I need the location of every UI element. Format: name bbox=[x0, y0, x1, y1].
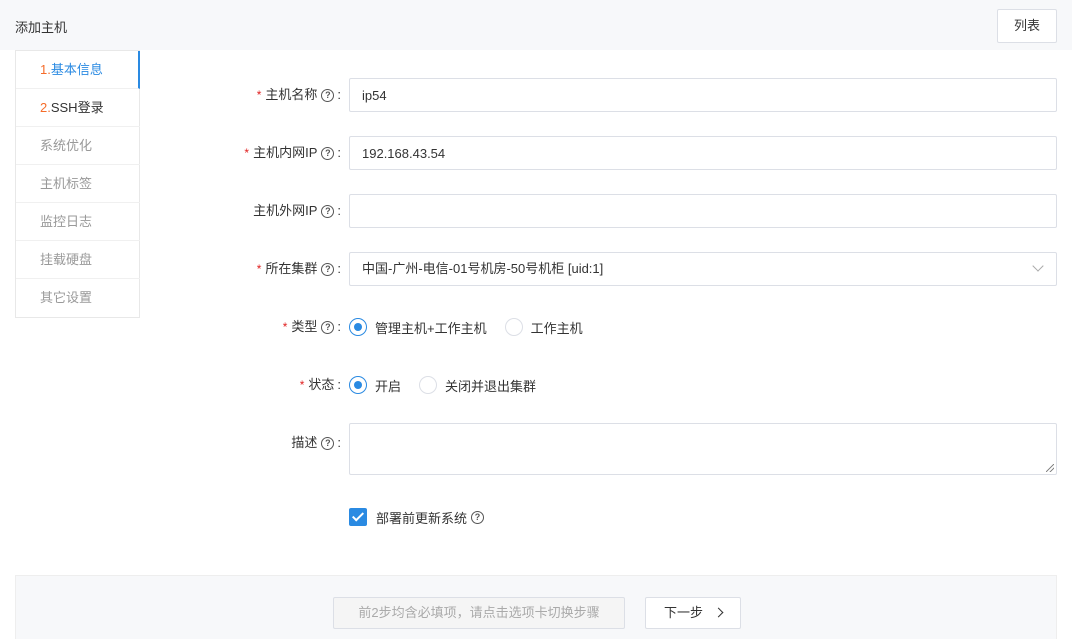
help-icon[interactable]: ? bbox=[321, 262, 335, 276]
row-status: * 状态 : 开启 关闭并退出集群 bbox=[0, 368, 1072, 402]
external-ip-label: 主机外网IP ? : bbox=[253, 194, 341, 228]
update-system-option: 部署前更新系统 ? bbox=[349, 508, 485, 526]
radio-label: 管理主机+工作主机 bbox=[375, 320, 487, 336]
help-icon[interactable]: ? bbox=[321, 436, 335, 450]
main-panel: 1.基本信息 2.SSH登录 系统优化 主机标签 监控日志 挂载硬盘 其它设置 … bbox=[0, 50, 1072, 639]
colon: : bbox=[337, 145, 341, 160]
radio-unchecked-icon bbox=[419, 376, 438, 394]
host-name-input[interactable] bbox=[349, 78, 1057, 112]
required-mark: * bbox=[256, 88, 262, 102]
cluster-label: * 所在集群 ? : bbox=[257, 252, 341, 286]
internal-ip-input[interactable] bbox=[349, 136, 1057, 170]
help-icon[interactable]: ? bbox=[321, 88, 335, 102]
type-radio-work[interactable]: 工作主机 bbox=[504, 318, 583, 337]
required-mark: * bbox=[244, 146, 250, 160]
host-name-label: * 主机名称 ? : bbox=[257, 78, 341, 112]
colon: : bbox=[337, 435, 341, 450]
description-textarea[interactable] bbox=[349, 423, 1057, 475]
row-type: * 类型 ? : 管理主机+工作主机 工作主机 bbox=[0, 310, 1072, 344]
colon: : bbox=[337, 203, 341, 218]
row-host-name: * 主机名称 ? : bbox=[0, 78, 1072, 112]
required-mark: * bbox=[282, 320, 288, 334]
help-icon[interactable]: ? bbox=[321, 204, 335, 218]
type-radio-manage-work[interactable]: 管理主机+工作主机 bbox=[349, 318, 487, 337]
chevron-down-icon bbox=[1032, 260, 1044, 272]
label-text: 主机内网IP bbox=[253, 145, 318, 160]
step-number: 1. bbox=[40, 62, 51, 77]
label-text: 主机外网IP bbox=[253, 203, 318, 218]
label-text: 主机名称 bbox=[265, 87, 318, 102]
internal-ip-label: * 主机内网IP ? : bbox=[244, 136, 341, 170]
radio-checked-icon bbox=[349, 376, 367, 394]
cluster-select-value: 中国-广州-电信-01号机房-50号机柜 [uid:1] bbox=[362, 261, 604, 276]
page-header: 添加主机 列表 bbox=[0, 0, 1072, 50]
cluster-select[interactable]: 中国-广州-电信-01号机房-50号机柜 [uid:1] bbox=[349, 252, 1057, 286]
status-radio-off[interactable]: 关闭并退出集群 bbox=[419, 376, 536, 395]
status-radio-group: 开启 关闭并退出集群 bbox=[349, 368, 554, 402]
radio-label: 工作主机 bbox=[530, 320, 583, 336]
resize-handle-icon[interactable] bbox=[1046, 464, 1054, 472]
radio-checked-icon bbox=[349, 318, 367, 336]
colon: : bbox=[337, 261, 341, 276]
help-icon[interactable]: ? bbox=[321, 146, 335, 160]
type-label: * 类型 ? : bbox=[283, 310, 341, 344]
step-label: 主机标签 bbox=[40, 176, 93, 191]
row-description: 描述 ? : bbox=[0, 423, 1072, 475]
label-text: 所在集群 bbox=[265, 261, 318, 276]
next-step-button[interactable]: 下一步 bbox=[645, 597, 741, 629]
label-text: 类型 bbox=[291, 319, 318, 334]
required-hint-button: 前2步均含必填项，请点击选项卡切换步骤 bbox=[333, 597, 625, 629]
update-system-checkbox[interactable] bbox=[349, 508, 367, 526]
radio-label: 开启 bbox=[375, 378, 402, 394]
radio-unchecked-icon bbox=[504, 318, 523, 336]
next-step-label: 下一步 bbox=[663, 605, 703, 620]
help-icon[interactable]: ? bbox=[471, 510, 485, 524]
external-ip-input[interactable] bbox=[349, 194, 1057, 228]
required-mark: * bbox=[256, 262, 262, 276]
radio-label: 关闭并退出集群 bbox=[445, 378, 537, 394]
colon: : bbox=[337, 377, 341, 392]
chevron-right-icon bbox=[713, 607, 724, 618]
label-text: 状态 bbox=[308, 377, 335, 392]
step-label: 其它设置 bbox=[40, 290, 93, 305]
page-title: 添加主机 bbox=[15, 20, 68, 35]
status-radio-on[interactable]: 开启 bbox=[349, 376, 401, 395]
form-footer: 前2步均含必填项，请点击选项卡切换步骤 下一步 bbox=[15, 575, 1057, 639]
row-cluster: * 所在集群 ? : 中国-广州-电信-01号机房-50号机柜 [uid:1] bbox=[0, 252, 1072, 286]
list-button[interactable]: 列表 bbox=[997, 9, 1057, 43]
row-internal-ip: * 主机内网IP ? : bbox=[0, 136, 1072, 170]
help-icon[interactable]: ? bbox=[321, 320, 335, 334]
required-mark: * bbox=[299, 378, 305, 392]
status-label: * 状态 : bbox=[300, 368, 341, 402]
description-label: 描述 ? : bbox=[291, 426, 341, 460]
row-external-ip: 主机外网IP ? : bbox=[0, 194, 1072, 228]
checkbox-label: 部署前更新系统 bbox=[376, 510, 468, 526]
type-radio-group: 管理主机+工作主机 工作主机 bbox=[349, 310, 601, 344]
label-text: 描述 bbox=[291, 435, 318, 450]
step-label: 基本信息 bbox=[50, 62, 103, 77]
colon: : bbox=[337, 87, 341, 102]
colon: : bbox=[337, 319, 341, 334]
